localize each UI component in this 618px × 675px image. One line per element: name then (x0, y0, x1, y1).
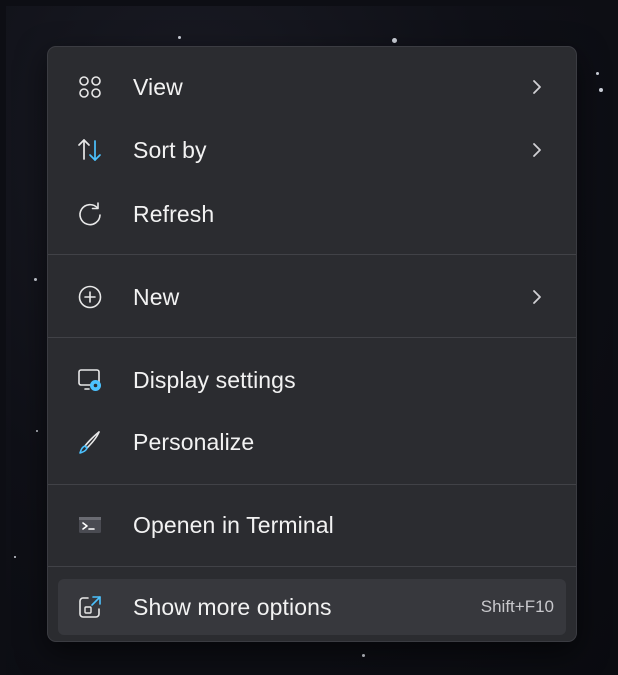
menu-separator (48, 254, 576, 255)
menu-item-label: Show more options (133, 593, 332, 620)
menu-item-refresh[interactable]: Refresh (58, 186, 566, 242)
menu-item-display-settings[interactable]: Display settings (58, 352, 566, 408)
menu-item-label: New (133, 283, 180, 310)
chevron-right-icon (530, 78, 544, 96)
menu-item-label: Openen in Terminal (133, 511, 334, 538)
chevron-right-icon (530, 141, 544, 159)
share-box-icon (77, 594, 103, 620)
star (596, 72, 599, 75)
star (178, 36, 181, 39)
menu-item-label: View (133, 73, 183, 100)
grid-icon (77, 74, 103, 100)
menu-separator (48, 566, 576, 567)
display-settings-icon (77, 367, 103, 393)
menu-item-label: Personalize (133, 428, 255, 455)
refresh-icon (77, 201, 103, 227)
menu-item-new[interactable]: New (58, 269, 566, 325)
star (362, 654, 365, 657)
menu-item-label: Display settings (133, 366, 296, 393)
brush-icon (77, 429, 103, 455)
menu-item-personalize[interactable]: Personalize (58, 414, 566, 470)
star (599, 88, 603, 92)
star (14, 556, 16, 558)
star (36, 430, 38, 432)
terminal-icon (77, 512, 103, 538)
menu-item-sort-by[interactable]: Sort by (58, 122, 566, 178)
menu-item-show-more-options[interactable]: Show more options Shift+F10 (58, 579, 566, 635)
menu-separator (48, 484, 576, 485)
star (392, 38, 397, 43)
chevron-right-icon (530, 288, 544, 306)
menu-item-view[interactable]: View (58, 59, 566, 115)
plus-circle-icon (77, 284, 103, 310)
menu-item-label: Refresh (133, 200, 215, 227)
menu-item-open-terminal[interactable]: Openen in Terminal (58, 497, 566, 553)
keyboard-shortcut: Shift+F10 (480, 597, 554, 616)
context-menu: View Sort by Refresh New Display setting… (47, 46, 577, 642)
menu-separator (48, 337, 576, 338)
star (34, 278, 37, 281)
sort-arrows-icon (77, 137, 103, 163)
menu-item-label: Sort by (133, 136, 207, 163)
